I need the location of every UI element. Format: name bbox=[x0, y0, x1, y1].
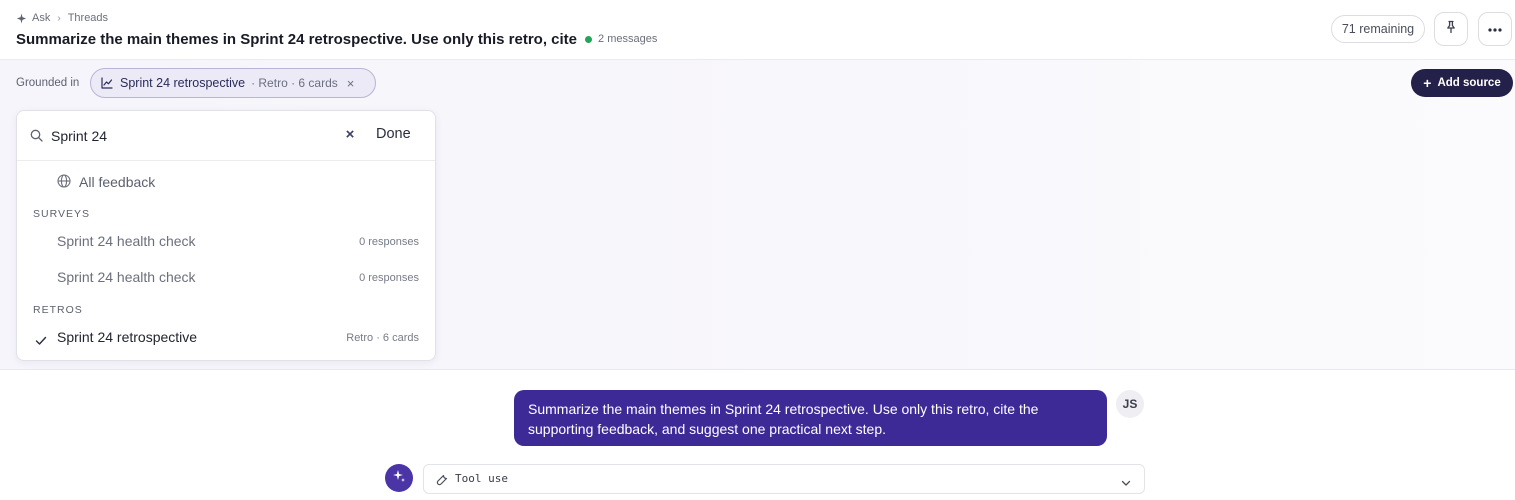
pin-icon bbox=[1444, 20, 1458, 39]
message-count: 2 messages bbox=[598, 33, 658, 45]
picker-item-title: Sprint 24 health check bbox=[57, 233, 196, 249]
tool-use-panel[interactable]: Tool use bbox=[423, 464, 1145, 494]
chevron-down-icon[interactable] bbox=[1121, 474, 1131, 492]
pin-button[interactable] bbox=[1434, 12, 1468, 46]
source-chip-label: Sprint 24 retrospective bbox=[120, 76, 246, 90]
all-feedback-label: All feedback bbox=[79, 174, 156, 190]
picker-item[interactable]: Sprint 24 health check 0 responses bbox=[17, 263, 435, 293]
section-label-surveys: SURVEYS bbox=[33, 208, 90, 220]
picker-item-meta: Retro · 6 cards bbox=[346, 332, 419, 344]
globe-icon bbox=[57, 173, 71, 191]
picker-item-meta: 0 responses bbox=[359, 236, 419, 248]
source-picker: × Done All feedback SURVEYS Sprint 24 he… bbox=[16, 110, 436, 361]
source-chip[interactable]: Sprint 24 retrospective · Retro · 6 card… bbox=[90, 68, 376, 98]
remaining-badge: 71 remaining bbox=[1331, 15, 1425, 43]
picker-item-selected[interactable]: Sprint 24 retrospective Retro · 6 cards bbox=[17, 323, 435, 353]
done-button[interactable]: Done bbox=[376, 126, 411, 142]
clear-search-button[interactable]: × bbox=[342, 126, 358, 144]
avatar: JS bbox=[1116, 390, 1144, 418]
picker-item[interactable]: Sprint 24 health check 0 responses bbox=[17, 227, 435, 257]
more-icon bbox=[1487, 20, 1503, 38]
section-label-retros: RETROS bbox=[33, 304, 83, 316]
thread-header: Ask › Threads Summarize the main themes … bbox=[0, 0, 1515, 60]
assistant-avatar bbox=[385, 464, 413, 492]
tool-use-label: Tool use bbox=[455, 472, 508, 485]
picker-search-bar: × Done bbox=[17, 111, 435, 161]
source-chip-meta: · Retro · 6 cards bbox=[251, 76, 338, 90]
add-source-label: Add source bbox=[1437, 77, 1501, 89]
breadcrumb-separator: › bbox=[57, 12, 61, 24]
source-search-input[interactable] bbox=[51, 124, 331, 148]
picker-item-meta: 0 responses bbox=[359, 272, 419, 284]
breadcrumb-threads[interactable]: Threads bbox=[68, 12, 108, 24]
sparkle-icon bbox=[392, 469, 406, 488]
status-dot bbox=[585, 35, 593, 43]
check-icon bbox=[35, 333, 47, 351]
search-icon bbox=[30, 129, 43, 147]
breadcrumb: Ask › Threads bbox=[16, 11, 108, 25]
wrench-icon bbox=[436, 473, 448, 491]
more-options-button[interactable] bbox=[1478, 12, 1512, 46]
user-message: Summarize the main themes in Sprint 24 r… bbox=[514, 390, 1107, 446]
grounded-label: Grounded in bbox=[16, 77, 80, 89]
remove-source-button[interactable]: × bbox=[347, 77, 355, 90]
sparkle-icon bbox=[16, 12, 27, 24]
page-title: Summarize the main themes in Sprint 24 r… bbox=[16, 30, 578, 48]
all-feedback-option[interactable]: All feedback bbox=[57, 172, 155, 192]
add-source-button[interactable]: + Add source bbox=[1411, 69, 1513, 97]
plus-icon: + bbox=[1423, 75, 1432, 91]
picker-item-title: Sprint 24 health check bbox=[57, 269, 196, 285]
breadcrumb-ask[interactable]: Ask bbox=[32, 12, 50, 24]
chart-icon bbox=[101, 77, 113, 89]
picker-item-title: Sprint 24 retrospective bbox=[57, 329, 198, 345]
